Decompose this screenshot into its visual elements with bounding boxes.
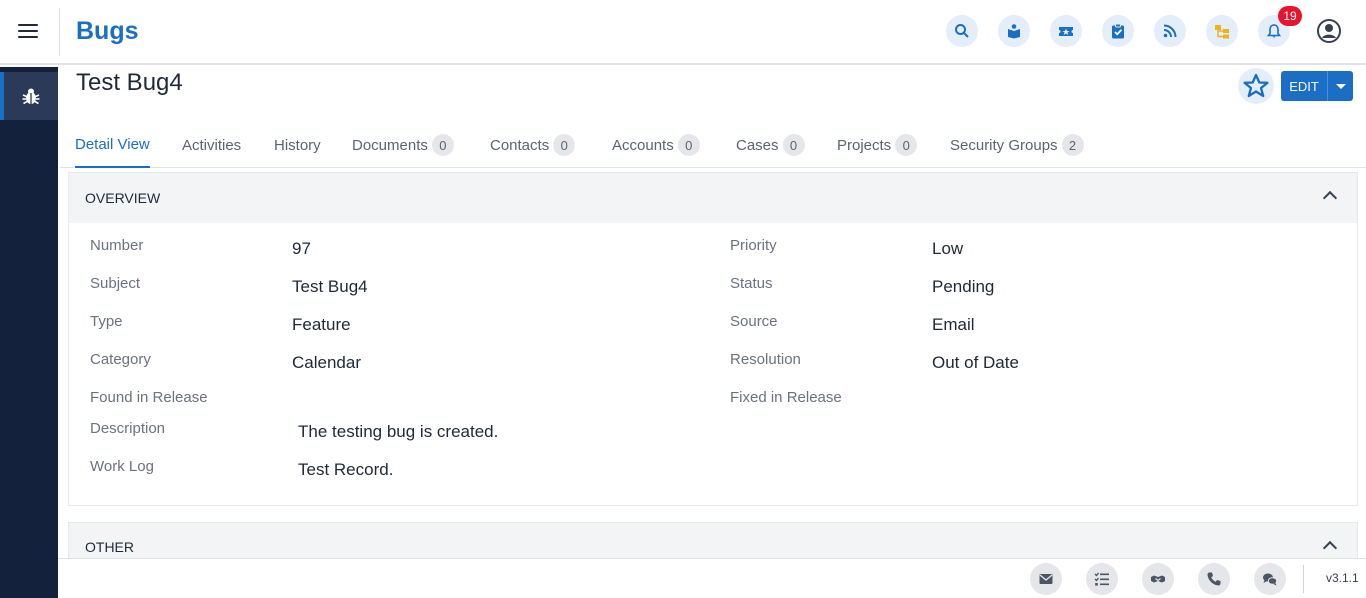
email-icon[interactable] — [1030, 563, 1062, 595]
favorite-star-icon[interactable] — [1238, 68, 1274, 104]
tab-label: Contacts — [490, 136, 550, 154]
field-value-work-log: Test Record. — [298, 460, 394, 479]
field-label-number: Number — [90, 237, 144, 254]
search-icon[interactable] — [946, 15, 978, 47]
field-value-type: Feature — [292, 315, 351, 334]
field-label-resolution: Resolution — [730, 351, 801, 368]
field-label-subject: Subject — [90, 275, 141, 292]
tab-projects[interactable]: Projects 0 — [837, 122, 918, 168]
tab-label: Detail View — [75, 135, 150, 153]
ticket-icon[interactable] — [1050, 15, 1082, 47]
rss-icon[interactable] — [1154, 15, 1186, 47]
tab-label: Documents — [352, 136, 428, 154]
book-icon[interactable] — [998, 15, 1030, 47]
divider — [1303, 565, 1304, 593]
user-circle-icon[interactable] — [1316, 18, 1342, 44]
notification-badge: 19 — [1278, 6, 1302, 26]
field-value-status: Pending — [932, 277, 995, 296]
field-value-number: 97 — [292, 239, 311, 258]
field-label-fixed-in-release: Fixed in Release — [730, 389, 842, 406]
hierarchy-icon[interactable] — [1206, 15, 1238, 47]
caret-down-icon — [1335, 83, 1346, 89]
bug-icon — [22, 88, 40, 105]
tab-count: 0 — [431, 134, 454, 156]
version-label: v3.1.1 — [1326, 571, 1359, 585]
tasks-icon[interactable] — [1086, 563, 1118, 595]
tab-label: Security Groups — [950, 136, 1058, 154]
collapse-chevron-icon[interactable] — [1322, 540, 1338, 556]
meeting-icon[interactable] — [1142, 563, 1174, 595]
other-panel-header[interactable]: OTHER — [68, 522, 1358, 562]
sidebar-item-bugs[interactable] — [0, 72, 58, 120]
field-label-source: Source — [730, 313, 778, 330]
record-tabs: Detail View Activities History Documents… — [60, 122, 1366, 168]
overview-heading: OVERVIEW — [85, 190, 161, 206]
field-label-category: Category — [90, 351, 151, 368]
tab-cases[interactable]: Cases 0 — [736, 122, 805, 168]
tab-accounts[interactable]: Accounts 0 — [612, 122, 700, 168]
edit-button-label: EDIT — [1289, 78, 1319, 94]
tab-label: Accounts — [612, 136, 674, 154]
divider — [59, 8, 60, 56]
tab-activities[interactable]: Activities — [182, 122, 241, 168]
field-label-work-log: Work Log — [90, 458, 154, 475]
tab-history[interactable]: History — [274, 122, 321, 168]
field-value-subject: Test Bug4 — [292, 277, 368, 296]
field-label-priority: Priority — [730, 237, 777, 254]
field-label-found-in-release: Found in Release — [90, 389, 208, 406]
field-value-source: Email — [932, 315, 975, 334]
edit-button[interactable]: EDIT — [1281, 71, 1353, 101]
tab-label: Activities — [182, 136, 242, 154]
record-title: Test Bug4 — [76, 69, 183, 96]
tab-detail-view[interactable]: Detail View — [75, 122, 150, 168]
tab-label: Cases — [736, 136, 779, 154]
tab-count: 2 — [1061, 134, 1084, 156]
overview-panel-header[interactable]: OVERVIEW — [69, 173, 1357, 223]
module-title: Bugs — [76, 17, 139, 45]
collapse-chevron-icon[interactable] — [1322, 190, 1338, 206]
tab-label: History — [274, 136, 321, 154]
overview-panel: OVERVIEW Number 97 Subject Test Bug4 Typ… — [68, 172, 1358, 506]
field-value-priority: Low — [932, 239, 964, 258]
field-label-status: Status — [730, 275, 773, 292]
chat-icon[interactable] — [1254, 563, 1286, 595]
tab-documents[interactable]: Documents 0 — [352, 122, 454, 168]
tab-label: Projects — [837, 136, 892, 154]
field-value-category: Calendar — [292, 353, 361, 372]
field-value-resolution: Out of Date — [932, 353, 1019, 372]
hamburger-menu-icon[interactable] — [18, 24, 38, 40]
top-bar: Bugs 19 — [0, 0, 1366, 65]
tab-count: 0 — [895, 134, 918, 156]
tab-contacts[interactable]: Contacts 0 — [490, 122, 576, 168]
tab-count: 0 — [782, 134, 805, 156]
clipboard-check-icon[interactable] — [1102, 15, 1134, 47]
tab-count: 0 — [553, 134, 576, 156]
edit-dropdown-toggle[interactable] — [1327, 71, 1353, 101]
footer-bar: v3.1.1 — [58, 558, 1366, 598]
field-label-type: Type — [90, 313, 123, 330]
phone-icon[interactable] — [1198, 563, 1230, 595]
field-value-description: The testing bug is created. — [298, 422, 499, 441]
other-heading: OTHER — [85, 539, 134, 555]
tab-count: 0 — [677, 134, 700, 156]
tab-security-groups[interactable]: Security Groups 2 — [950, 122, 1084, 168]
field-label-description: Description — [90, 420, 166, 437]
sidebar — [0, 67, 58, 598]
